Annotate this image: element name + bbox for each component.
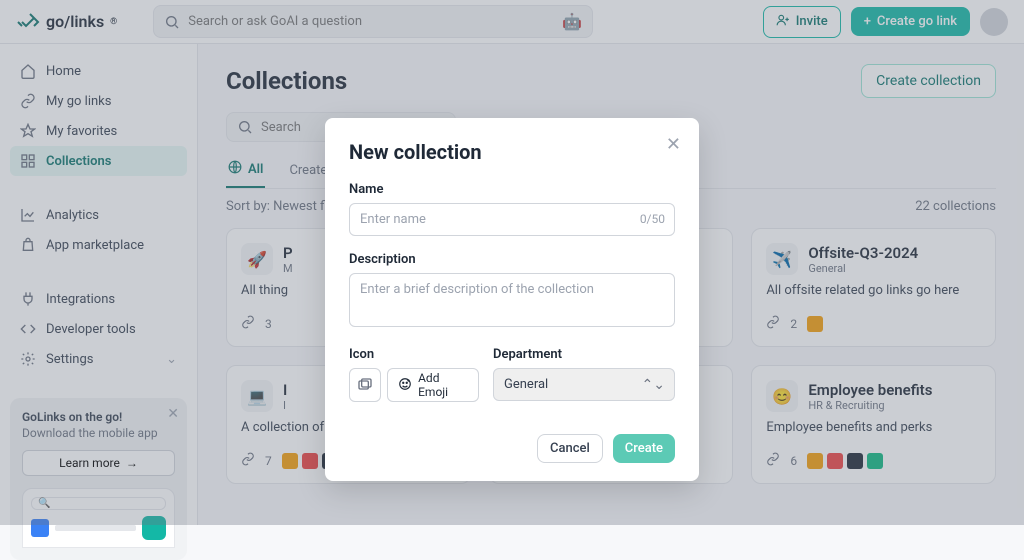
cancel-button[interactable]: Cancel (537, 434, 603, 463)
name-label: Name (349, 182, 675, 197)
description-label: Description (349, 252, 675, 267)
name-input[interactable] (349, 203, 675, 236)
create-button[interactable]: Create (613, 434, 675, 463)
close-icon[interactable]: ✕ (666, 134, 681, 155)
add-emoji-button[interactable]: Add Emoji (387, 368, 479, 402)
description-input[interactable] (349, 273, 675, 327)
modal-overlay[interactable]: ✕ New collection Name 0/50 Description I… (0, 0, 1024, 525)
department-select[interactable]: General (493, 368, 675, 401)
department-label: Department (493, 347, 675, 362)
new-collection-modal: ✕ New collection Name 0/50 Description I… (325, 118, 699, 481)
icon-preview[interactable] (349, 368, 381, 402)
icon-label: Icon (349, 347, 479, 362)
modal-title: New collection (349, 140, 675, 164)
emoji-add-icon (398, 377, 412, 394)
char-count: 0/50 (640, 212, 665, 226)
